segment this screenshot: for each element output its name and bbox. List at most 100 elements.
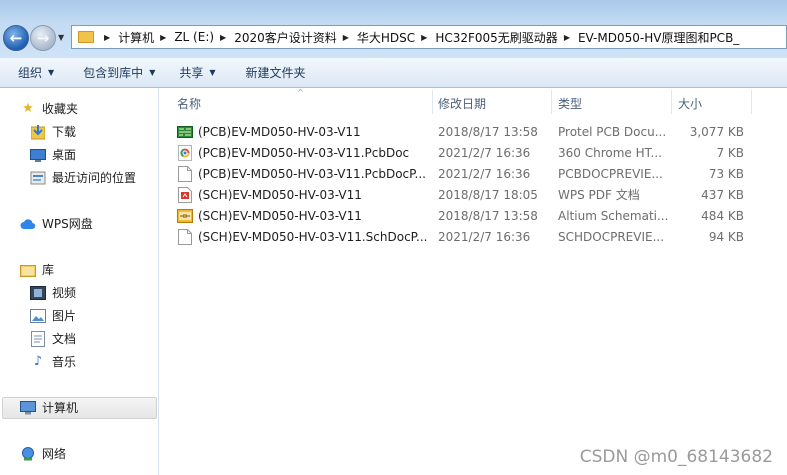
file-name: (PCB)EV-MD050-HV-03-V11 xyxy=(198,124,361,139)
file-name: (SCH)EV-MD050-HV-03-V11.SchDocP... xyxy=(198,229,428,244)
nav-videos[interactable]: 视频 xyxy=(30,284,76,301)
include-in-library-label: 包含到库中 xyxy=(83,66,144,80)
nav-wps-drive-label: WPS网盘 xyxy=(42,217,93,231)
blank-file-icon xyxy=(177,228,193,245)
breadcrumb-driver[interactable]: HC32F005无刷驱动器 xyxy=(435,29,557,46)
watermark-text: CSDN @m0_68143682 xyxy=(579,447,773,467)
picture-icon xyxy=(30,308,46,324)
file-row[interactable]: (PCB)EV-MD050-HV-03-V11 2018/8/17 13:58 … xyxy=(160,121,787,142)
library-folder-icon xyxy=(20,262,36,278)
file-type: PCBDOCPREVIE... xyxy=(558,166,663,181)
breadcrumb-customer-folder[interactable]: 2020客户设计资料 xyxy=(234,29,337,46)
nav-computer[interactable]: 计算机 xyxy=(20,399,78,416)
organize-button[interactable]: 组织 ▼ xyxy=(18,64,54,81)
pcb-icon xyxy=(177,124,193,140)
nav-desktop-label: 桌面 xyxy=(52,148,77,162)
forward-button[interactable]: → xyxy=(30,25,56,51)
caret-down-icon: ▼ xyxy=(209,68,216,77)
column-header-date[interactable]: 修改日期 xyxy=(433,92,551,114)
chrome-html-icon xyxy=(177,144,193,161)
nav-network-label: 网络 xyxy=(42,447,67,461)
file-type: SCHDOCPREVIE... xyxy=(558,229,665,244)
file-date: 2021/2/7 16:36 xyxy=(438,229,531,244)
file-name-cell[interactable]: (SCH)EV-MD050-HV-03-V11 xyxy=(177,184,435,205)
downloads-folder-icon xyxy=(30,124,46,140)
music-note-icon: ♪ xyxy=(33,354,43,369)
star-icon: ★ xyxy=(22,101,34,116)
column-date-label: 修改日期 xyxy=(438,96,487,111)
nav-documents[interactable]: 文档 xyxy=(30,330,76,347)
breadcrumb-current[interactable]: EV-MD050-HV原理图和PCB_ xyxy=(578,29,739,46)
nav-downloads-label: 下载 xyxy=(52,125,77,139)
nav-favorites[interactable]: ★ 收藏夹 xyxy=(20,100,78,117)
chevron-right-icon[interactable]: ▶ xyxy=(220,33,226,42)
column-divider[interactable] xyxy=(671,90,672,114)
nav-computer-label: 计算机 xyxy=(42,401,79,415)
file-row[interactable]: (SCH)EV-MD050-HV-03-V11 2018/8/17 13:58 … xyxy=(160,205,787,226)
file-name-cell[interactable]: (PCB)EV-MD050-HV-03-V11.PcbDocP... xyxy=(177,163,435,184)
nav-favorites-label: 收藏夹 xyxy=(42,102,79,116)
new-folder-label: 新建文件夹 xyxy=(245,66,306,80)
breadcrumb-hdsc[interactable]: 华大HDSC xyxy=(357,29,415,46)
command-toolbar: 组织 ▼ 包含到库中 ▼ 共享 ▼ 新建文件夹 xyxy=(0,58,787,88)
column-header-name[interactable]: 名称 xyxy=(172,92,434,114)
file-row[interactable]: (PCB)EV-MD050-HV-03-V11.PcbDoc 2021/2/7 … xyxy=(160,142,787,163)
file-size: 94 KB xyxy=(708,229,744,244)
column-header-type[interactable]: 类型 xyxy=(553,92,671,114)
nav-music-label: 音乐 xyxy=(52,355,77,369)
file-row[interactable]: (PCB)EV-MD050-HV-03-V11.PcbDocP... 2021/… xyxy=(160,163,787,184)
nav-libraries-label: 库 xyxy=(42,263,55,277)
film-icon xyxy=(30,285,46,301)
breadcrumb-computer[interactable]: 计算机 xyxy=(118,29,154,46)
file-name-cell[interactable]: (SCH)EV-MD050-HV-03-V11.SchDocP... xyxy=(177,226,435,247)
chevron-right-icon[interactable]: ▶ xyxy=(421,33,427,42)
chevron-right-icon[interactable]: ▶ xyxy=(160,33,166,42)
file-name-cell[interactable]: (SCH)EV-MD050-HV-03-V11 xyxy=(177,205,435,226)
schematic-icon xyxy=(177,208,193,224)
nav-videos-label: 视频 xyxy=(52,286,77,300)
nav-music[interactable]: ♪ 音乐 xyxy=(30,353,76,370)
network-icon xyxy=(20,446,36,462)
address-bar[interactable]: ▶ 计算机 ▶ ZL (E:) ▶ 2020客户设计资料 ▶ 华大HDSC ▶ … xyxy=(71,25,787,49)
new-folder-button[interactable]: 新建文件夹 xyxy=(246,64,306,81)
file-name: (PCB)EV-MD050-HV-03-V11.PcbDocP... xyxy=(198,166,426,181)
share-button[interactable]: 共享 ▼ xyxy=(179,64,215,81)
arrow-right-icon: → xyxy=(36,28,50,47)
nav-recent-label: 最近访问的位置 xyxy=(52,171,137,185)
document-icon xyxy=(30,330,46,347)
arrow-left-icon: ← xyxy=(9,28,23,47)
pdf-icon xyxy=(177,186,193,203)
nav-network[interactable]: 网络 xyxy=(20,445,66,462)
column-header-size[interactable]: 大小 xyxy=(673,92,751,114)
file-date: 2018/8/17 18:05 xyxy=(438,187,538,202)
back-button[interactable]: ← xyxy=(3,25,29,51)
file-name-cell[interactable]: (PCB)EV-MD050-HV-03-V11.PcbDoc xyxy=(177,142,435,163)
breadcrumb-drive[interactable]: ZL (E:) xyxy=(174,30,214,44)
nav-pictures-label: 图片 xyxy=(52,309,77,323)
column-divider[interactable] xyxy=(551,90,552,114)
chevron-right-icon[interactable]: ▶ xyxy=(104,33,110,42)
caret-down-icon: ▼ xyxy=(48,68,55,77)
file-row[interactable]: (SCH)EV-MD050-HV-03-V11.SchDocP... 2021/… xyxy=(160,226,787,247)
column-divider[interactable] xyxy=(751,90,752,114)
include-in-library-button[interactable]: 包含到库中 ▼ xyxy=(83,64,155,81)
file-size: 437 KB xyxy=(701,187,744,202)
nav-libraries[interactable]: 库 xyxy=(20,261,54,278)
file-row[interactable]: (SCH)EV-MD050-HV-03-V11 2018/8/17 18:05 … xyxy=(160,184,787,205)
folder-icon xyxy=(78,31,94,43)
nav-desktop[interactable]: 桌面 xyxy=(30,146,76,163)
computer-icon xyxy=(20,400,36,416)
file-type: WPS PDF 文档 xyxy=(558,188,640,202)
nav-downloads[interactable]: 下载 xyxy=(30,123,76,140)
file-name-cell[interactable]: (PCB)EV-MD050-HV-03-V11 xyxy=(177,121,435,142)
nav-wps-drive[interactable]: WPS网盘 xyxy=(20,215,93,232)
chevron-right-icon[interactable]: ▶ xyxy=(343,33,349,42)
recent-places-icon xyxy=(30,170,46,186)
organize-label: 组织 xyxy=(18,66,43,80)
cloud-icon xyxy=(20,216,36,232)
column-name-label: 名称 xyxy=(177,96,202,111)
nav-recent[interactable]: 最近访问的位置 xyxy=(30,169,136,186)
nav-pictures[interactable]: 图片 xyxy=(30,307,76,324)
chevron-right-icon[interactable]: ▶ xyxy=(564,33,570,42)
recent-pages-dropdown[interactable]: ▼ xyxy=(58,33,64,42)
